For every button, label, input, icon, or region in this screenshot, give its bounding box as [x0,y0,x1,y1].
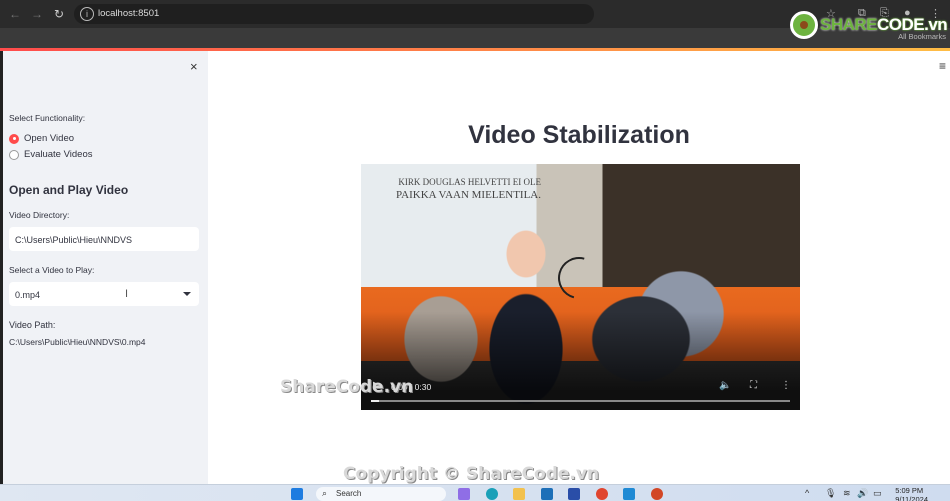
taskbar-search[interactable]: ⌕ Search [316,487,446,501]
logo-suffix: CODE.vn [877,15,948,34]
forward-icon[interactable]: → [30,7,44,21]
taskbar: ⌕ Search ^ 🎙 ≋ 🔊 ▭ 5:09 PM 9/11/2024 [0,484,950,501]
functionality-label: Select Functionality: [9,113,86,123]
volume-icon[interactable]: 🔈 [719,380,731,391]
battery-icon[interactable]: ▭ [873,488,882,499]
search-placeholder: Search [336,489,362,498]
page-title: Video Stabilization [468,121,690,149]
copilot-icon[interactable] [458,488,470,500]
url-text: localhost:8501 [98,8,160,19]
file-explorer-icon[interactable] [513,488,525,500]
close-sidebar-icon[interactable]: × [190,59,198,74]
store-icon[interactable] [541,488,553,500]
radio-label: Open Video [24,133,75,144]
watermark-copyright: Copyright © ShareCode.vn [343,464,600,484]
select-video-label: Select a Video to Play: [9,265,95,275]
sharecode-logo: SHARECODE.vn [790,10,948,40]
back-icon[interactable]: ← [8,7,22,21]
chevron-up-icon[interactable]: ^ [805,488,809,498]
fullscreen-icon[interactable]: ⛶ [750,380,757,391]
clock-date: 9/11/2024 [895,495,928,501]
poster-line: KIRK DOUGLAS HELVETTI EI OLE [398,177,541,187]
reload-icon[interactable]: ↻ [52,7,66,21]
chrome-icon[interactable] [596,488,608,500]
chevron-down-icon[interactable] [183,292,191,296]
radio-selected-icon [9,133,19,144]
video-player[interactable]: KIRK DOUGLAS HELVETTI EI OLE PAIKKA VAAN… [361,164,800,410]
video-controls: ▶ 0:00 / 0:30 🔈 ⛶ ⋮ [361,370,800,410]
radio-label: Evaluate Videos [24,149,93,160]
select-value: 0.mp4 [15,290,41,300]
logo-prefix: SHARE [820,15,878,34]
radio-unselected-icon [9,149,19,160]
section-title: Open and Play Video [9,183,129,197]
directory-label: Video Directory: [9,210,70,220]
edge-icon[interactable] [486,488,498,500]
windows-start-icon[interactable] [291,488,303,500]
wifi-icon[interactable]: ≋ [843,488,851,499]
vscode-icon[interactable] [623,488,635,500]
main-content: ≡ Video Stabilization KIRK DOUGLAS HELVE… [208,51,950,484]
video-progress-bar[interactable] [371,400,790,402]
address-bar[interactable]: i localhost:8501 [74,4,594,24]
video-path-label: Video Path: [9,320,56,330]
progress-fill [371,400,380,402]
video-directory-input[interactable]: C:\Users\Public\Hieu\NNDVS [9,227,199,251]
browser-chrome: ← → ↻ i localhost:8501 ☆ ⧉ ⎘ ● ⋮ All Boo… [0,0,950,48]
clock[interactable]: 5:09 PM 9/11/2024 [895,486,928,501]
screen: ← → ↻ i localhost:8501 ☆ ⧉ ⎘ ● ⋮ All Boo… [0,0,950,501]
text-cursor-icon: I [125,288,129,300]
radio-evaluate-videos[interactable]: Evaluate Videos [9,149,93,160]
video-select[interactable]: 0.mp4 I [9,282,199,306]
hamburger-menu-icon[interactable]: ≡ [939,59,946,73]
powerpoint-icon[interactable] [651,488,663,500]
sidebar: × Select Functionality: Open Video Evalu… [0,51,208,484]
site-info-icon[interactable]: i [80,7,94,21]
volume-tray-icon[interactable]: 🔊 [857,488,868,499]
clock-time: 5:09 PM [895,486,924,495]
microphone-icon[interactable]: 🎙 [825,488,836,499]
watermark-center: ShareCode.vn [280,377,414,397]
radio-open-video[interactable]: Open Video [9,133,74,144]
search-icon: ⌕ [322,488,328,498]
poster-line: PAIKKA VAAN MIELENTILA. [396,189,541,201]
video-poster-text: KIRK DOUGLAS HELVETTI EI OLE PAIKKA VAAN… [371,176,541,202]
sharecode-logo-icon [790,11,818,39]
video-path-value: C:\Users\Public\Hieu\NNDVS\0.mp4 [9,337,146,347]
app-l-icon[interactable] [568,488,580,500]
more-options-icon[interactable]: ⋮ [781,380,791,391]
